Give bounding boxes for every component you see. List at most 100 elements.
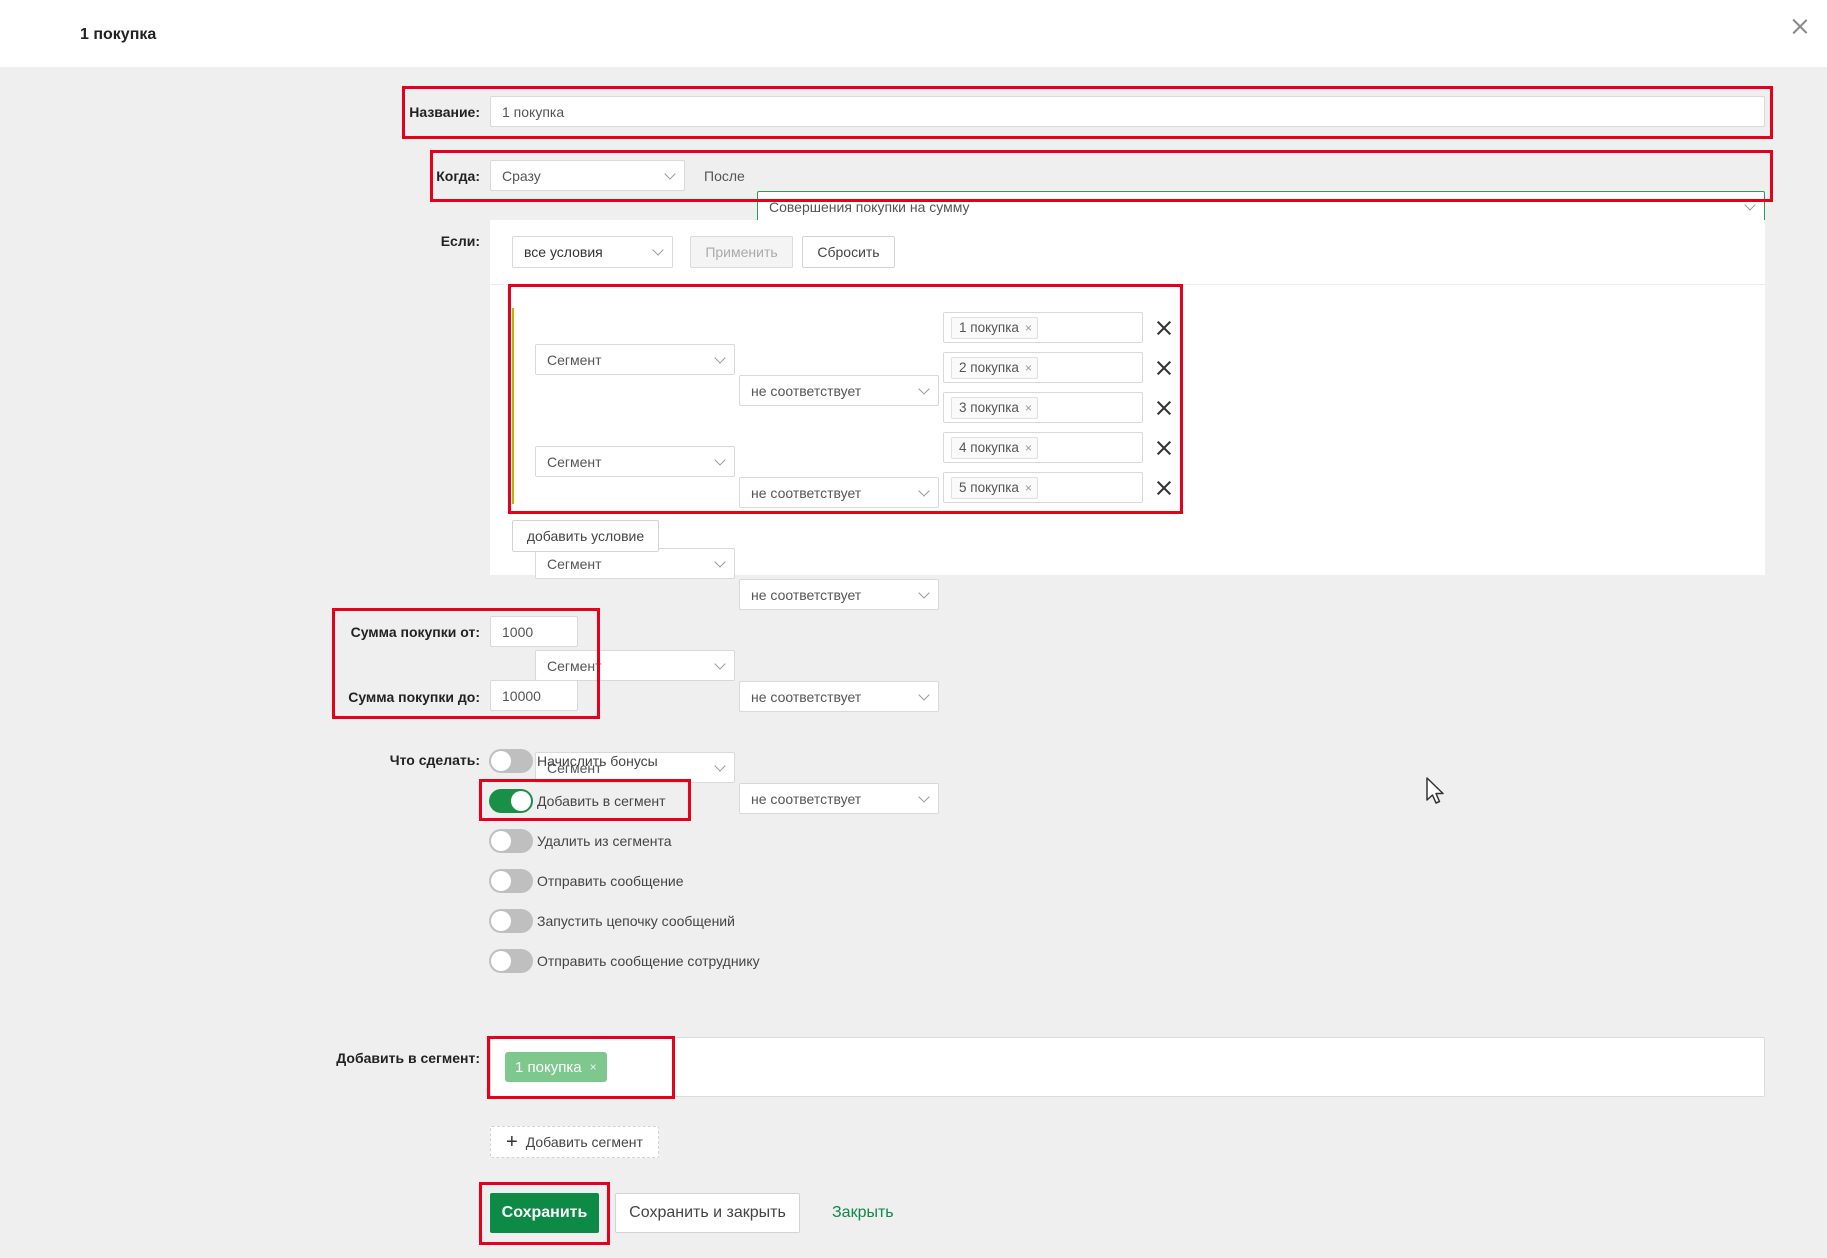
action-toggle[interactable] <box>489 789 533 813</box>
condition-operator-select[interactable]: не соответствует <box>739 783 939 814</box>
plus-icon: + <box>506 1130 518 1153</box>
condition-value-tag-label: 3 покупка <box>959 400 1019 415</box>
remove-condition-icon[interactable] <box>1156 400 1172 416</box>
chevron-down-icon <box>918 382 930 395</box>
add-segment-button[interactable]: + Добавить сегмент <box>490 1126 659 1158</box>
group-indicator <box>512 308 514 504</box>
action-toggle-label: Отправить сообщение <box>537 873 684 889</box>
remove-tag-icon[interactable]: × <box>590 1060 597 1074</box>
action-toggle[interactable] <box>489 869 533 893</box>
action-toggle[interactable] <box>489 829 533 853</box>
condition-field-value: Сегмент <box>547 657 602 674</box>
condition-operator-select[interactable]: не соответствует <box>739 375 939 406</box>
sum-to-label: Сумма покупки до: <box>348 689 480 705</box>
mode-select-value: все условия <box>524 244 603 260</box>
segment-tags-field[interactable]: 1 покупка × <box>490 1037 1765 1097</box>
condition-value-tag: 3 покупка × <box>951 396 1038 419</box>
mouse-cursor-icon <box>1426 777 1444 804</box>
condition-operator-select[interactable]: не соответствует <box>739 579 939 610</box>
condition-operator-value: не соответствует <box>751 688 862 705</box>
sum-to-input[interactable]: 10000 <box>490 680 578 711</box>
timing-select-value: Сразу <box>502 167 541 184</box>
condition-field-select[interactable]: Сегмент <box>535 446 735 477</box>
modal-title: 1 покупка <box>80 26 157 43</box>
condition-value-tag-label: 1 покупка <box>959 320 1019 335</box>
condition-row: Сегмент не соответствует 3 покупка × <box>490 376 1765 610</box>
condition-field-select[interactable]: Сегмент <box>535 548 735 579</box>
toggle-knob <box>511 791 531 811</box>
save-and-close-button[interactable]: Сохранить и закрыть <box>615 1193 800 1233</box>
chevron-down-icon <box>664 167 676 180</box>
condition-value-tag: 1 покупка × <box>951 316 1038 339</box>
close-link[interactable]: Закрыть <box>832 1204 894 1222</box>
action-toggle-label: Запустить цепочку сообщений <box>537 913 735 929</box>
action-toggle[interactable] <box>489 909 533 933</box>
save-button[interactable]: Сохранить <box>490 1193 599 1233</box>
action-toggle-label: Начислить бонусы <box>537 753 658 769</box>
remove-tag-icon[interactable]: × <box>1025 401 1032 415</box>
condition-operator-select[interactable]: не соответствует <box>739 681 939 712</box>
toggle-knob <box>491 871 511 891</box>
condition-field-select[interactable]: Сегмент <box>535 650 735 681</box>
condition-value-field[interactable]: 1 покупка × <box>943 312 1143 343</box>
condition-value-field[interactable]: 5 покупка × <box>943 472 1143 503</box>
segment-tag-label: 1 покупка <box>515 1058 582 1076</box>
chevron-down-icon <box>714 453 726 466</box>
conditions-panel: все условия Применить Сбросить Сегмент не… <box>490 220 1765 814</box>
timing-select[interactable]: Сразу <box>490 160 685 191</box>
condition-operator-value: не соответствует <box>751 586 862 603</box>
condition-value-field[interactable]: 2 покупка × <box>943 352 1143 383</box>
chevron-down-icon <box>714 657 726 670</box>
remove-tag-icon[interactable]: × <box>1025 361 1032 375</box>
segment-tag: 1 покупка × <box>505 1052 607 1082</box>
chevron-down-icon <box>714 351 726 364</box>
reset-button[interactable]: Сбросить <box>802 236 895 268</box>
remove-tag-icon[interactable]: × <box>1025 441 1032 455</box>
toggle-knob <box>491 831 511 851</box>
remove-condition-icon[interactable] <box>1156 360 1172 376</box>
divider <box>490 284 1765 285</box>
apply-button[interactable]: Применить <box>690 236 793 268</box>
chevron-down-icon <box>714 759 726 772</box>
action-toggle-label: Удалить из сегмента <box>537 833 672 849</box>
action-toggle[interactable] <box>489 949 533 973</box>
remove-tag-icon[interactable]: × <box>1025 321 1032 335</box>
condition-operator-select[interactable]: не соответствует <box>739 477 939 508</box>
after-label: После <box>704 168 745 184</box>
remove-tag-icon[interactable]: × <box>1025 481 1032 495</box>
condition-value-tag-label: 4 покупка <box>959 440 1019 455</box>
condition-field-value: Сегмент <box>547 453 602 470</box>
condition-value-field[interactable]: 4 покупка × <box>943 432 1143 463</box>
remove-condition-icon[interactable] <box>1156 320 1172 336</box>
modal-header: 1 покупка <box>0 0 1827 67</box>
name-label: Название: <box>409 104 480 120</box>
condition-field-select[interactable]: Сегмент <box>535 344 735 375</box>
condition-operator-value: не соответствует <box>751 382 862 399</box>
chevron-down-icon <box>918 688 930 701</box>
sum-from-input[interactable]: 1000 <box>490 616 578 647</box>
if-label: Если: <box>440 233 480 249</box>
condition-operator-value: не соответствует <box>751 484 862 501</box>
condition-operator-value: не соответствует <box>751 790 862 807</box>
condition-field-value: Сегмент <box>547 351 602 368</box>
close-icon[interactable] <box>1789 16 1811 38</box>
chevron-down-icon <box>714 555 726 568</box>
remove-condition-icon[interactable] <box>1156 440 1172 456</box>
remove-condition-icon[interactable] <box>1156 480 1172 496</box>
condition-field-value: Сегмент <box>547 555 602 572</box>
actions-label: Что сделать: <box>389 752 480 768</box>
name-input[interactable]: 1 покупка <box>490 96 1765 127</box>
event-select[interactable]: Совершения покупки на сумму <box>757 191 1765 222</box>
action-toggle[interactable] <box>489 749 533 773</box>
event-select-value: Совершения покупки на сумму <box>769 198 970 215</box>
chevron-down-icon <box>918 790 930 803</box>
mode-select[interactable]: все условия <box>512 236 673 268</box>
add-condition-button[interactable]: добавить условие <box>512 520 659 552</box>
condition-value-field[interactable]: 3 покупка × <box>943 392 1143 423</box>
add-segment-button-label: Добавить сегмент <box>525 1134 643 1150</box>
action-toggle-label: Отправить сообщение сотруднику <box>537 953 760 969</box>
condition-row: Сегмент не соответствует 1 покупка × <box>490 252 1765 406</box>
chevron-down-icon <box>1744 198 1756 211</box>
add-to-segment-label: Добавить в сегмент: <box>336 1050 480 1066</box>
condition-value-tag: 5 покупка × <box>951 476 1038 499</box>
